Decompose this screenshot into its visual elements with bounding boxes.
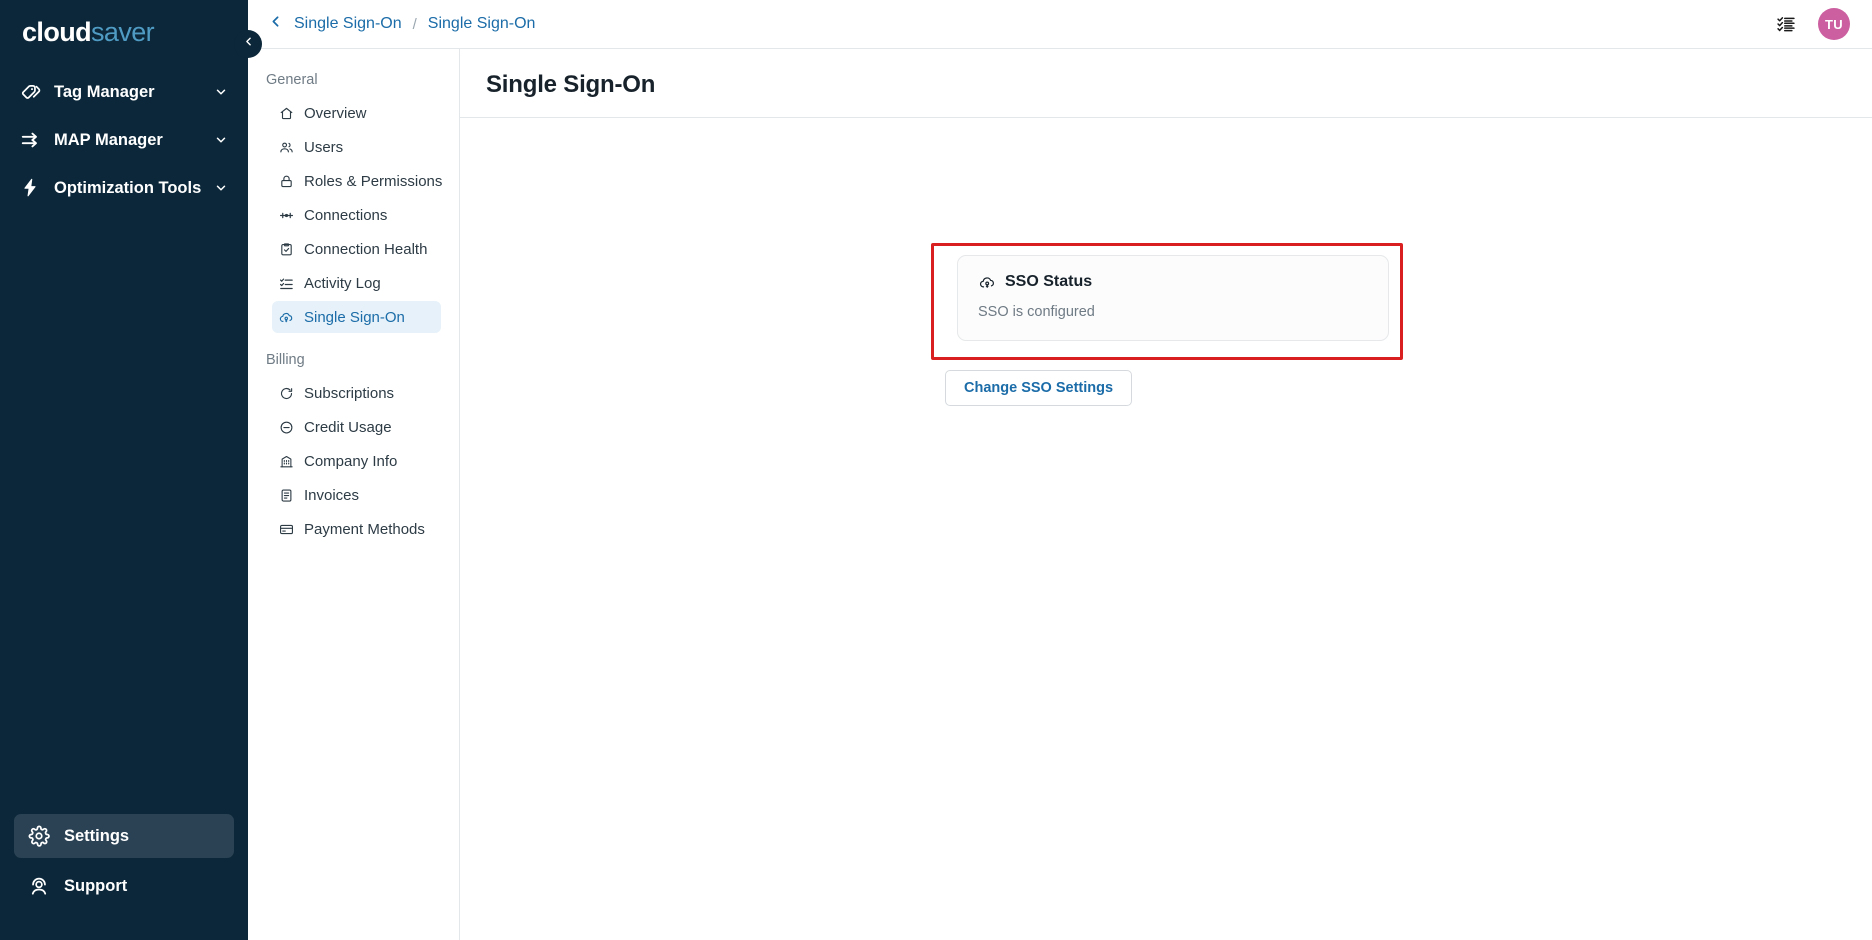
sidebar-item-label: Support (64, 876, 128, 895)
sidebar-item-label: Invoices (304, 486, 360, 504)
sidebar-item-activity-log[interactable]: Activity Log (272, 267, 441, 299)
sidebar-collapse-button[interactable] (234, 30, 262, 58)
card-title: SSO Status (1005, 273, 1093, 290)
main-panel: Single Sign-On SSO Status SSO is configu… (460, 49, 1872, 940)
breadcrumb-separator: / (412, 15, 417, 33)
sidebar-item-settings[interactable]: Settings (14, 814, 234, 858)
breadcrumb: Single Sign-On / Single Sign-On (294, 15, 535, 33)
home-icon (278, 105, 295, 122)
sidebar-item-label: Optimization Tools (54, 178, 202, 197)
sidebar-item-label: Settings (64, 826, 130, 845)
headset-agent-icon (28, 875, 54, 897)
minus-circle-icon (278, 419, 295, 436)
main-content: SSO Status SSO is configured Change SSO … (460, 118, 1872, 940)
back-button[interactable] (262, 11, 288, 37)
sidebar-item-label: Single Sign-On (304, 308, 405, 326)
primary-nav: Tag Manager MAP Manager Optimization Too… (0, 68, 248, 212)
sidebar-item-tag-manager[interactable]: Tag Manager (0, 68, 248, 116)
gear-icon (28, 825, 54, 847)
sidebar-item-invoices[interactable]: Invoices (272, 479, 441, 511)
cloud-key-icon (278, 309, 295, 326)
change-sso-settings-button[interactable]: Change SSO Settings (945, 370, 1133, 406)
logo-text-secondary: saver (91, 17, 155, 47)
sso-status-card: SSO Status SSO is configured (957, 255, 1389, 341)
subnav-group-label: General (266, 72, 318, 88)
card-header: SSO Status (978, 273, 1368, 291)
logo-text-primary: cloud (22, 17, 92, 47)
tags-icon (20, 81, 46, 103)
chevron-left-icon (242, 35, 255, 53)
cloud-key-icon (978, 273, 996, 291)
sidebar-item-overview[interactable]: Overview (272, 97, 441, 129)
content-area: Single Sign-On / Single Sign-On TU Gener… (248, 0, 1872, 940)
primary-sidebar: cloudsaver Tag Manager MAP Manager Optim… (0, 0, 248, 940)
lock-icon (278, 173, 295, 190)
sidebar-bottom-nav: Settings Support (0, 814, 248, 940)
chevron-down-icon[interactable] (214, 133, 230, 147)
sidebar-item-label: Payment Methods (304, 520, 425, 538)
sidebar-item-credit-usage[interactable]: Credit Usage (272, 411, 441, 443)
sidebar-item-label: Overview (304, 104, 367, 122)
sidebar-item-label: Users (304, 138, 344, 156)
sidebar-item-payment-methods[interactable]: Payment Methods (272, 513, 441, 545)
chevron-down-icon[interactable] (214, 181, 230, 195)
page-header: Single Sign-On (460, 49, 1872, 118)
content-body: General Overview Users Roles & Permissio… (248, 49, 1872, 940)
sidebar-item-label: Connections (304, 206, 388, 224)
clipboard-check-icon (278, 241, 295, 258)
chevron-left-icon (267, 13, 284, 35)
app-logo[interactable]: cloudsaver (0, 0, 248, 62)
subnav-group-label: Billing (266, 352, 305, 368)
sidebar-item-roles-permissions[interactable]: Roles & Permissions (272, 165, 443, 197)
users-icon (278, 139, 295, 156)
lightning-bolt-icon (20, 177, 46, 199)
sidebar-item-label: MAP Manager (54, 130, 163, 149)
invoice-document-icon (278, 487, 295, 504)
sidebar-item-label: Roles & Permissions (304, 172, 443, 190)
sidebar-item-label: Activity Log (304, 274, 381, 292)
arrows-right-icon (20, 129, 46, 151)
top-bar: Single Sign-On / Single Sign-On TU (248, 0, 1872, 49)
sidebar-item-connection-health[interactable]: Connection Health (272, 233, 441, 265)
sidebar-item-subscriptions[interactable]: Subscriptions (272, 377, 441, 409)
page-title: Single Sign-On (486, 71, 656, 98)
avatar[interactable]: TU (1818, 8, 1850, 40)
sidebar-item-label: Tag Manager (54, 82, 155, 101)
sidebar-item-label: Subscriptions (304, 384, 395, 402)
sidebar-item-connections[interactable]: Connections (272, 199, 441, 231)
refresh-circle-icon (278, 385, 295, 402)
sidebar-item-company-info[interactable]: Company Info (272, 445, 441, 477)
app-root: cloudsaver Tag Manager MAP Manager Optim… (0, 0, 1872, 940)
sidebar-item-optimization-tools[interactable]: Optimization Tools (0, 164, 248, 212)
sidebar-item-single-sign-on[interactable]: Single Sign-On (272, 301, 441, 333)
credit-card-icon (278, 521, 295, 538)
checklist-icon[interactable] (1772, 10, 1800, 38)
chevron-down-icon[interactable] (214, 85, 230, 99)
breadcrumb-item-current[interactable]: Single Sign-On (428, 15, 536, 33)
sidebar-item-users[interactable]: Users (272, 131, 441, 163)
sidebar-item-label: Connection Health (304, 240, 428, 258)
sidebar-item-label: Company Info (304, 452, 398, 470)
sidebar-item-label: Credit Usage (304, 418, 392, 436)
building-icon (278, 453, 295, 470)
list-checks-icon (278, 275, 295, 292)
breadcrumb-item-parent[interactable]: Single Sign-On (294, 15, 402, 33)
sso-status-text: SSO is configured (978, 304, 1095, 320)
sidebar-item-map-manager[interactable]: MAP Manager (0, 116, 248, 164)
connections-icon (278, 207, 295, 224)
settings-subnav: General Overview Users Roles & Permissio… (248, 49, 460, 940)
sidebar-item-support[interactable]: Support (14, 864, 234, 908)
